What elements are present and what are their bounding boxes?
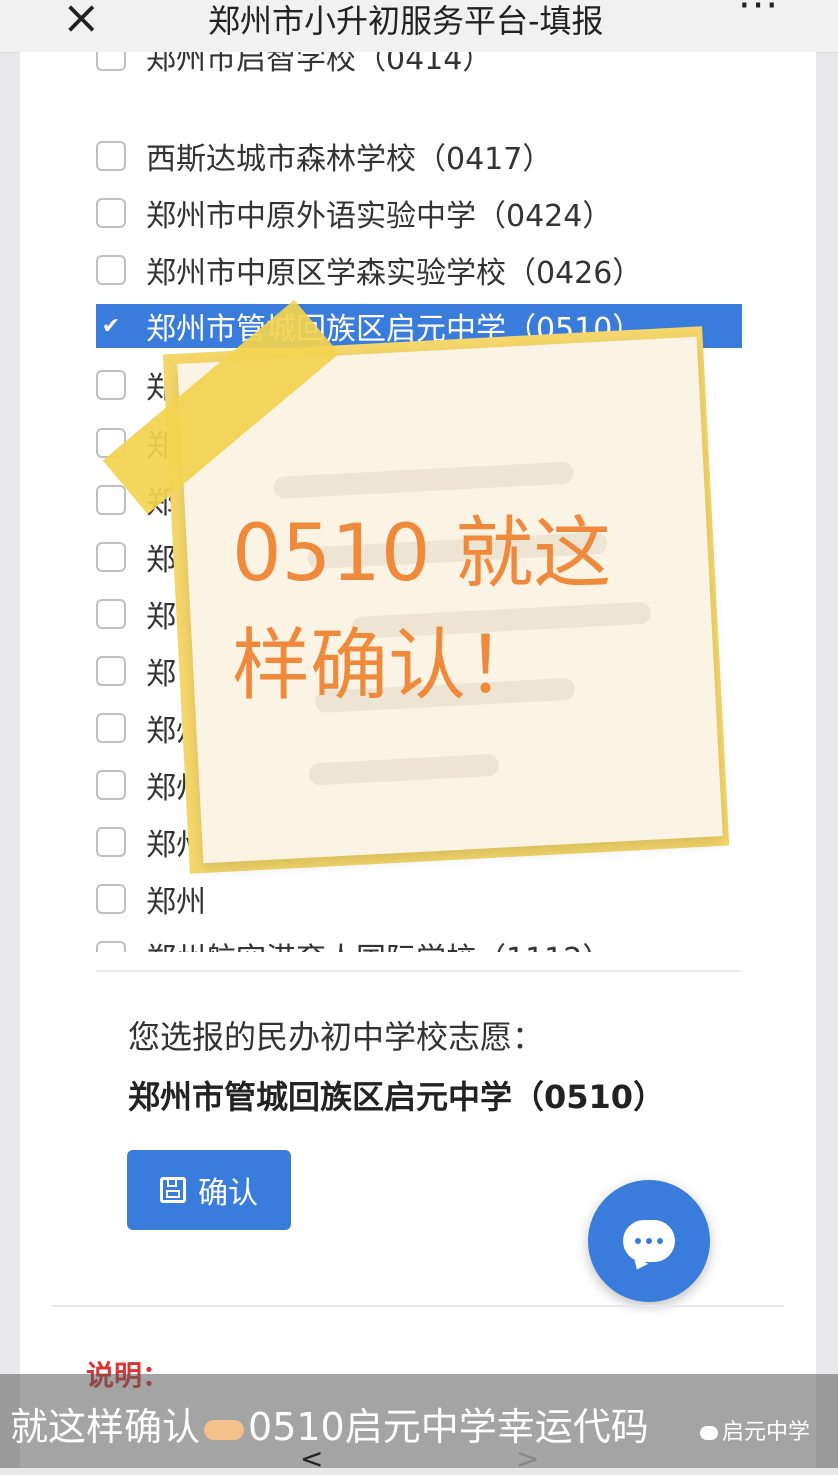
checkbox[interactable] (96, 370, 126, 400)
watermark-text: 启元中学 (722, 1420, 811, 1445)
save-icon (160, 1177, 186, 1203)
checkbox[interactable] (96, 599, 126, 629)
school-option[interactable]: 西斯达城市森林学校（0417） (96, 134, 742, 178)
confirm-button[interactable]: 确认 (127, 1150, 291, 1230)
school-name: 西斯达城市森林学校（0417） (146, 142, 553, 177)
more-options-icon[interactable]: ··· (738, 0, 779, 26)
school-option[interactable]: 郑州航空港育人国际学校（1112） (96, 934, 742, 952)
checkbox[interactable] (96, 656, 126, 686)
checkbox[interactable] (96, 941, 126, 952)
checkbox[interactable] (96, 141, 126, 171)
close-icon[interactable]: × (62, 0, 101, 40)
sticky-note-text: 0510 就这 样确认！ (232, 498, 652, 722)
checkbox[interactable] (96, 713, 126, 743)
checkbox[interactable] (96, 485, 126, 515)
school-name: 郑 (146, 600, 176, 635)
school-name: 郑州航空港育人国际学校（1112） (146, 934, 612, 952)
school-option[interactable]: 郑州市启智学校（0414） (96, 52, 742, 78)
selection-label: 您选报的民办初中学校志愿： (128, 1018, 545, 1056)
selection-value: 郑州市管城回族区启元中学（0510） (128, 1078, 666, 1116)
pointing-hand-icon (204, 1419, 245, 1440)
school-name: 郑 (146, 657, 176, 692)
checkbox[interactable] (96, 884, 126, 914)
checkbox-checked[interactable]: ✔ (96, 311, 126, 341)
chat-bubble-icon (623, 1220, 675, 1262)
checkbox[interactable] (96, 198, 126, 228)
school-name: 郑州市启智学校（0414） (146, 52, 493, 77)
confirm-button-label: 确认 (198, 1176, 258, 1211)
sticky-note-line1: 0510 就这 (232, 509, 612, 599)
divider (96, 970, 742, 972)
title-bar: × 郑州市小升初服务平台-填报 ··· (0, 0, 838, 53)
checkbox[interactable] (96, 542, 126, 572)
section-divider (52, 1305, 784, 1307)
school-option[interactable]: 郑州 (96, 877, 742, 921)
school-name: 郑 (146, 543, 176, 578)
page-title: 郑州市小升初服务平台-填报 (208, 2, 604, 40)
school-name: 郑州 (146, 885, 206, 920)
checkbox[interactable] (96, 827, 126, 857)
sticky-note-line2: 样确认！ (232, 621, 545, 711)
school-option[interactable]: 郑州市中原外语实验中学（0424） (96, 191, 742, 235)
caption-text: 就这样确认 0510启元中学幸运代码 (10, 1396, 649, 1451)
watermark: 启元中学 (700, 1414, 810, 1446)
caption-part1: 就这样确认 (10, 1405, 201, 1449)
school-name: 郑州市中原区学森实验学校（0426） (146, 256, 643, 291)
forward-chevron-icon[interactable]: > (516, 1442, 539, 1475)
chat-button[interactable] (588, 1180, 710, 1302)
checkbox[interactable] (96, 52, 126, 71)
checkbox[interactable] (96, 770, 126, 800)
checkbox[interactable] (96, 255, 126, 285)
back-chevron-icon[interactable]: < (300, 1442, 323, 1475)
wechat-icon (700, 1426, 718, 1440)
school-option[interactable]: 郑州市中原区学森实验学校（0426） (96, 248, 742, 292)
school-name: 郑州市中原外语实验中学（0424） (146, 199, 613, 234)
